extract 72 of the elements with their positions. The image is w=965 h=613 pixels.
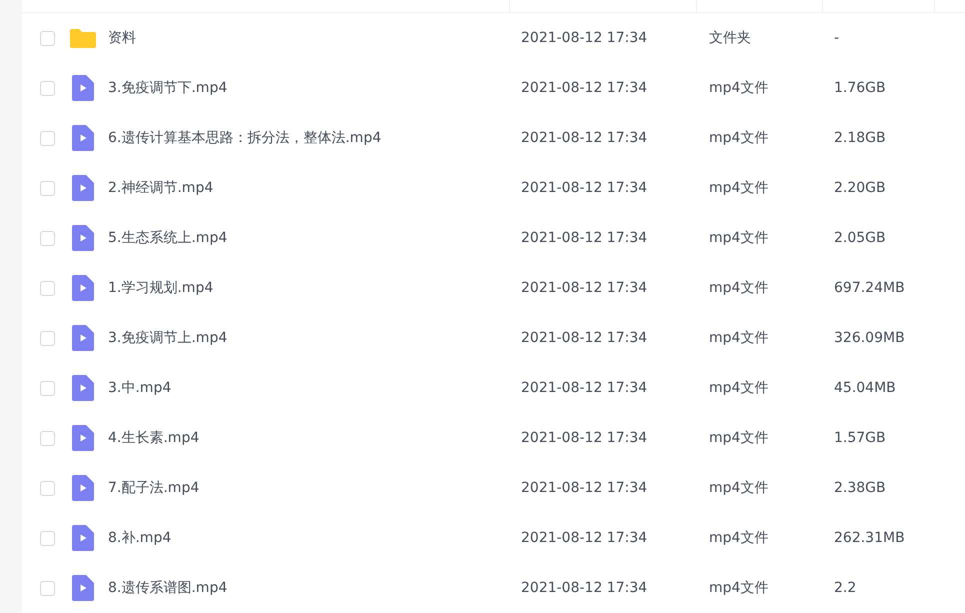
file-type: mp4文件 (709, 230, 768, 246)
file-type: 文件夹 (709, 30, 751, 46)
file-size: 2.2 (834, 580, 856, 596)
file-size: - (834, 30, 840, 46)
file-type: mp4文件 (709, 130, 768, 146)
modified-time: 2021-08-12 17:34 (521, 530, 648, 546)
checkbox[interactable] (40, 180, 55, 196)
checkbox[interactable] (40, 580, 55, 596)
file-name[interactable]: 资料 (108, 29, 136, 47)
modified-time: 2021-08-12 17:34 (521, 580, 648, 596)
video-file-icon (72, 175, 94, 201)
file-size: 1.76GB (834, 80, 886, 96)
video-file-icon (72, 125, 94, 151)
checkbox[interactable] (40, 330, 55, 346)
video-file-icon (72, 275, 94, 301)
file-size: 45.04MB (834, 380, 896, 396)
file-name[interactable]: 6.遗传计算基本思路：拆分法，整体法.mp4 (108, 129, 382, 147)
file-name[interactable]: 8.遗传系谱图.mp4 (108, 579, 228, 597)
file-size: 697.24MB (834, 280, 905, 296)
modified-time: 2021-08-12 17:34 (521, 430, 648, 446)
modified-time: 2021-08-12 17:34 (521, 230, 648, 246)
modified-time: 2021-08-12 17:34 (521, 130, 648, 146)
file-size: 2.18GB (834, 130, 886, 146)
modified-time: 2021-08-12 17:34 (521, 380, 648, 396)
file-name[interactable]: 3.免疫调节下.mp4 (108, 79, 228, 97)
modified-time: 2021-08-12 17:34 (521, 80, 648, 96)
file-name[interactable]: 4.生长素.mp4 (108, 429, 200, 447)
checkbox[interactable] (40, 480, 55, 496)
modified-time: 2021-08-12 17:34 (521, 30, 648, 46)
video-file-icon (72, 325, 94, 351)
video-file-icon (72, 575, 94, 601)
checkbox[interactable] (40, 130, 55, 146)
file-name[interactable]: 3.中.mp4 (108, 379, 172, 397)
modified-time: 2021-08-12 17:34 (521, 480, 648, 496)
file-name[interactable]: 1.学习规划.mp4 (108, 279, 214, 297)
checkbox[interactable] (40, 380, 55, 396)
file-name[interactable]: 8.补.mp4 (108, 529, 172, 547)
file-name[interactable]: 3.免疫调节上.mp4 (108, 329, 228, 347)
file-type: mp4文件 (709, 580, 768, 596)
checkbox[interactable] (40, 30, 55, 46)
video-file-icon (72, 225, 94, 251)
checkbox[interactable] (40, 230, 55, 246)
file-name[interactable]: 5.生态系统上.mp4 (108, 229, 228, 247)
file-type: mp4文件 (709, 80, 768, 96)
modified-time: 2021-08-12 17:34 (521, 330, 648, 346)
checkbox[interactable] (40, 280, 55, 296)
checkbox[interactable] (40, 80, 55, 96)
video-file-icon (72, 375, 94, 401)
file-type: mp4文件 (709, 330, 768, 346)
file-size: 2.38GB (834, 480, 886, 496)
file-type: mp4文件 (709, 380, 768, 396)
file-type: mp4文件 (709, 180, 768, 196)
file-size: 262.31MB (834, 530, 905, 546)
file-name[interactable]: 2.神经调节.mp4 (108, 179, 214, 197)
modified-time: 2021-08-12 17:34 (521, 180, 648, 196)
modified-time: 2021-08-12 17:34 (521, 280, 648, 296)
file-size: 2.20GB (834, 180, 886, 196)
video-file-icon (72, 525, 94, 551)
file-size: 2.05GB (834, 230, 886, 246)
file-size: 326.09MB (834, 330, 905, 346)
checkbox[interactable] (40, 530, 55, 546)
video-file-icon (72, 75, 94, 101)
folder-icon (70, 28, 96, 48)
file-name[interactable]: 7.配子法.mp4 (108, 479, 200, 497)
file-size: 1.57GB (834, 430, 886, 446)
file-type: mp4文件 (709, 280, 768, 296)
video-file-icon (72, 475, 94, 501)
file-type: mp4文件 (709, 530, 768, 546)
checkbox[interactable] (40, 430, 55, 446)
video-file-icon (72, 425, 94, 451)
file-type: mp4文件 (709, 480, 768, 496)
file-type: mp4文件 (709, 430, 768, 446)
